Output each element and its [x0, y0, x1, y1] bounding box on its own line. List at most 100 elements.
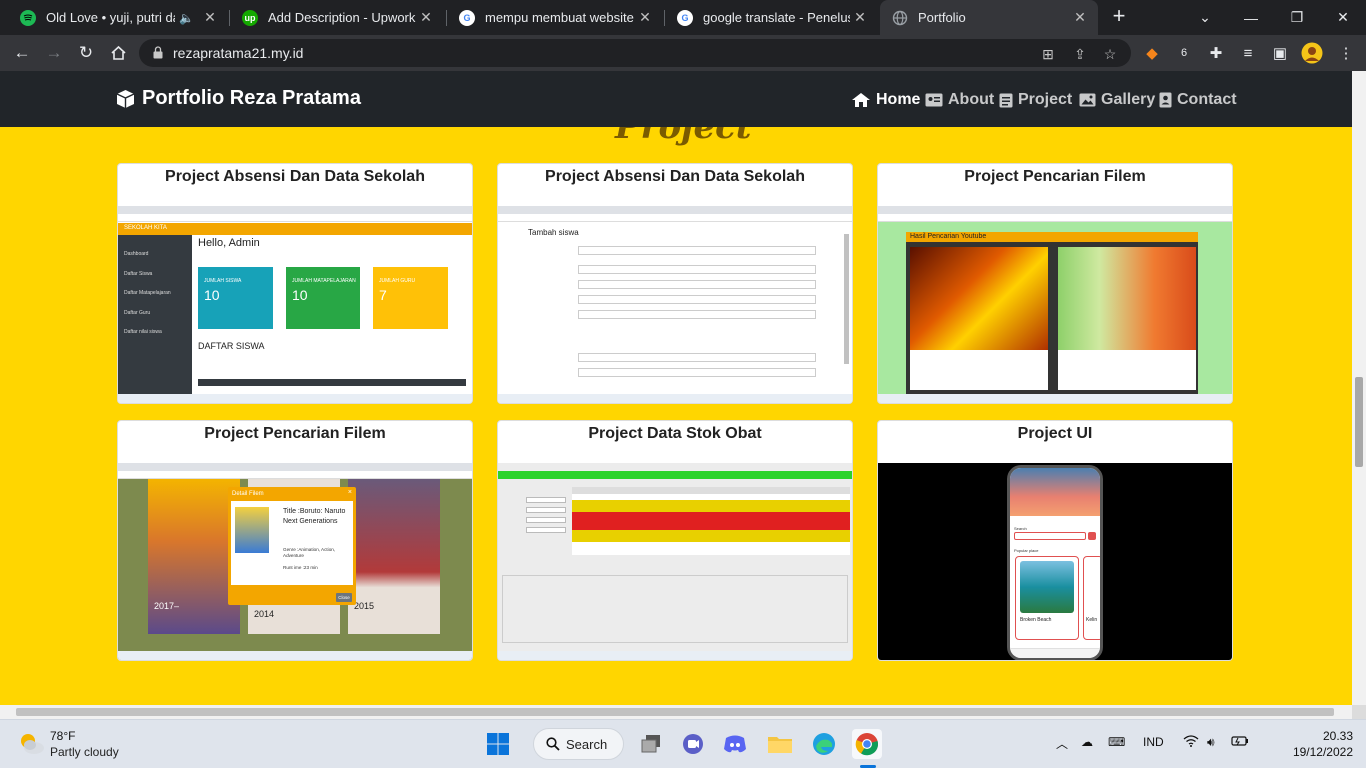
- nav-gallery[interactable]: Gallery: [1079, 90, 1155, 110]
- video-thumbnail[interactable]: [910, 247, 1048, 350]
- bookmark-star-icon[interactable]: ☆: [1101, 45, 1119, 63]
- phone-search-input[interactable]: [1014, 532, 1086, 540]
- modal-close-button[interactable]: Close: [336, 593, 352, 602]
- project-card[interactable]: Project Data Stok Obat: [497, 420, 853, 661]
- project-card[interactable]: Project Pencarian Filem 2017– 2014 2015 …: [117, 420, 473, 661]
- mini-browser-tabs: [498, 206, 852, 214]
- section-label: DAFTAR SISWA: [198, 341, 265, 351]
- place-card[interactable]: Kelin: [1083, 556, 1100, 640]
- scrollbar-corner: [1352, 705, 1366, 719]
- home-icon[interactable]: [106, 41, 130, 65]
- input-language[interactable]: IND: [1143, 735, 1164, 749]
- stat-label: JUMLAH MATAPELAJARAN: [292, 278, 356, 284]
- profile-avatar[interactable]: [1300, 41, 1324, 65]
- close-tab-icon[interactable]: ✕: [635, 9, 655, 26]
- tab-portfolio[interactable]: Portfolio ✕: [880, 0, 1098, 35]
- task-view-icon[interactable]: [636, 729, 666, 759]
- project-card[interactable]: Project Absensi Dan Data Sekolah SEKOLAH…: [117, 163, 473, 404]
- tab-google-2[interactable]: G google translate - Penelusura ✕: [665, 0, 878, 35]
- clock-date[interactable]: 19/12/2022: [1283, 745, 1353, 759]
- mini-browser-tabs: [118, 206, 472, 214]
- teams-chat-icon[interactable]: [678, 729, 708, 759]
- project-screenshot[interactable]: Hasil Pencarian Youtube: [878, 206, 1232, 403]
- restore-button[interactable]: ❐: [1274, 0, 1320, 35]
- tab-search-icon[interactable]: ⌄: [1182, 0, 1228, 35]
- forward-icon[interactable]: →: [42, 41, 66, 65]
- place-card[interactable]: Broken Beach: [1015, 556, 1079, 640]
- new-tab-button[interactable]: +: [1108, 5, 1130, 27]
- weather-description[interactable]: Partly cloudy: [50, 745, 119, 759]
- discord-icon[interactable]: [720, 729, 750, 759]
- address-bar[interactable]: rezapratama21.my.id ⊞ ⇪ ☆: [139, 39, 1131, 67]
- mini-taskbar: [498, 394, 852, 403]
- close-window-button[interactable]: ✕: [1320, 0, 1366, 35]
- summary-panel: [502, 575, 848, 643]
- brand-link[interactable]: Portfolio Reza Pratama: [116, 87, 361, 110]
- vertical-scrollbar[interactable]: [1352, 71, 1366, 719]
- project-screenshot[interactable]: 2017– 2014 2015 Detail Filem × Title :Bo…: [118, 463, 472, 660]
- extension-badge[interactable]: 6: [1172, 41, 1196, 65]
- horizontal-scroll-thumb[interactable]: [16, 708, 1334, 716]
- metamask-icon[interactable]: ◆: [1140, 41, 1164, 65]
- side-panel-icon[interactable]: ▣: [1268, 41, 1292, 65]
- wifi-icon[interactable]: [1183, 735, 1199, 750]
- audio-playing-icon[interactable]: 🔈: [179, 11, 194, 25]
- extensions-puzzle-icon[interactable]: ✚: [1204, 41, 1228, 65]
- close-tab-icon[interactable]: ✕: [850, 9, 870, 26]
- modal-title: Detail Filem: [232, 491, 264, 497]
- menu-kebab-icon[interactable]: ⋮: [1334, 41, 1358, 65]
- project-card[interactable]: Project Pencarian Filem Hasil Pencarian …: [877, 163, 1233, 404]
- battery-icon[interactable]: [1231, 735, 1249, 750]
- vertical-scroll-thumb[interactable]: [1355, 377, 1363, 467]
- translate-icon[interactable]: ⊞: [1039, 45, 1057, 63]
- media-control-icon[interactable]: ≡: [1236, 41, 1260, 65]
- nav-project[interactable]: Project: [999, 90, 1072, 110]
- project-card[interactable]: Project UI Search Popular place Broken B…: [877, 420, 1233, 661]
- project-card[interactable]: Project Absensi Dan Data Sekolah Tambah …: [497, 163, 853, 404]
- clock-time[interactable]: 20.33: [1293, 729, 1353, 743]
- volume-icon[interactable]: 🔊︎: [1207, 735, 1215, 750]
- phone-search-button[interactable]: [1088, 532, 1096, 540]
- nav-home[interactable]: Home: [851, 90, 920, 110]
- lock-icon[interactable]: [153, 46, 163, 59]
- project-screenshot[interactable]: SEKOLAH KITA Dashboard Daftar Siswa Daft…: [118, 206, 472, 403]
- project-screenshot[interactable]: Search Popular place Broken Beach Kelin: [878, 463, 1232, 660]
- horizontal-scrollbar[interactable]: [0, 705, 1352, 719]
- google-icon: G: [459, 9, 475, 26]
- nav-contact[interactable]: Contact: [1159, 90, 1237, 110]
- app-sidebar: Dashboard Daftar Siswa Daftar Matapelaja…: [118, 235, 192, 394]
- close-tab-icon[interactable]: ✕: [416, 9, 436, 26]
- place-name: Broken Beach: [1020, 617, 1052, 623]
- taskbar-search[interactable]: Search: [533, 728, 624, 760]
- nav-about[interactable]: About: [925, 90, 994, 110]
- tab-google-1[interactable]: G mempu membuat website be ✕: [447, 0, 663, 35]
- stat-label: JUMLAH GURU: [379, 278, 416, 284]
- reload-icon[interactable]: ↻: [74, 41, 98, 65]
- windows-start-icon[interactable]: [483, 729, 513, 759]
- video-caption[interactable]: [1058, 350, 1196, 390]
- keyboard-icon[interactable]: ⌨: [1108, 735, 1125, 749]
- modal-close-icon[interactable]: ×: [348, 489, 352, 496]
- video-caption[interactable]: [910, 350, 1048, 390]
- project-screenshot[interactable]: [498, 463, 852, 660]
- minimize-button[interactable]: —: [1228, 0, 1274, 35]
- project-screenshot[interactable]: Tambah siswa: [498, 206, 852, 403]
- share-icon[interactable]: ⇪: [1071, 45, 1089, 63]
- phone-popular-label: Popular place: [1014, 548, 1039, 553]
- close-tab-icon[interactable]: ✕: [1070, 9, 1090, 26]
- edge-icon[interactable]: [809, 729, 839, 759]
- weather-icon[interactable]: [17, 731, 45, 762]
- project-title: Project Absensi Dan Data Sekolah: [165, 168, 425, 185]
- tab-spotify[interactable]: Old Love • yuji, putri dahlia 🔈 ✕: [8, 0, 228, 35]
- weather-temperature[interactable]: 78°F: [50, 729, 75, 743]
- place-name: Kelin: [1086, 617, 1098, 623]
- tab-upwork[interactable]: up Add Description - Upwork ✕: [230, 0, 444, 35]
- close-tab-icon[interactable]: ✕: [200, 9, 220, 26]
- video-thumbnail[interactable]: [1058, 247, 1196, 350]
- show-hidden-icons[interactable]: ︿: [1056, 735, 1068, 752]
- phone-mockup: Search Popular place Broken Beach Kelin: [1007, 465, 1103, 660]
- chrome-icon[interactable]: [852, 729, 882, 759]
- back-icon[interactable]: ←: [10, 41, 34, 65]
- file-explorer-icon[interactable]: [765, 729, 795, 759]
- onedrive-icon[interactable]: ☁: [1081, 735, 1093, 749]
